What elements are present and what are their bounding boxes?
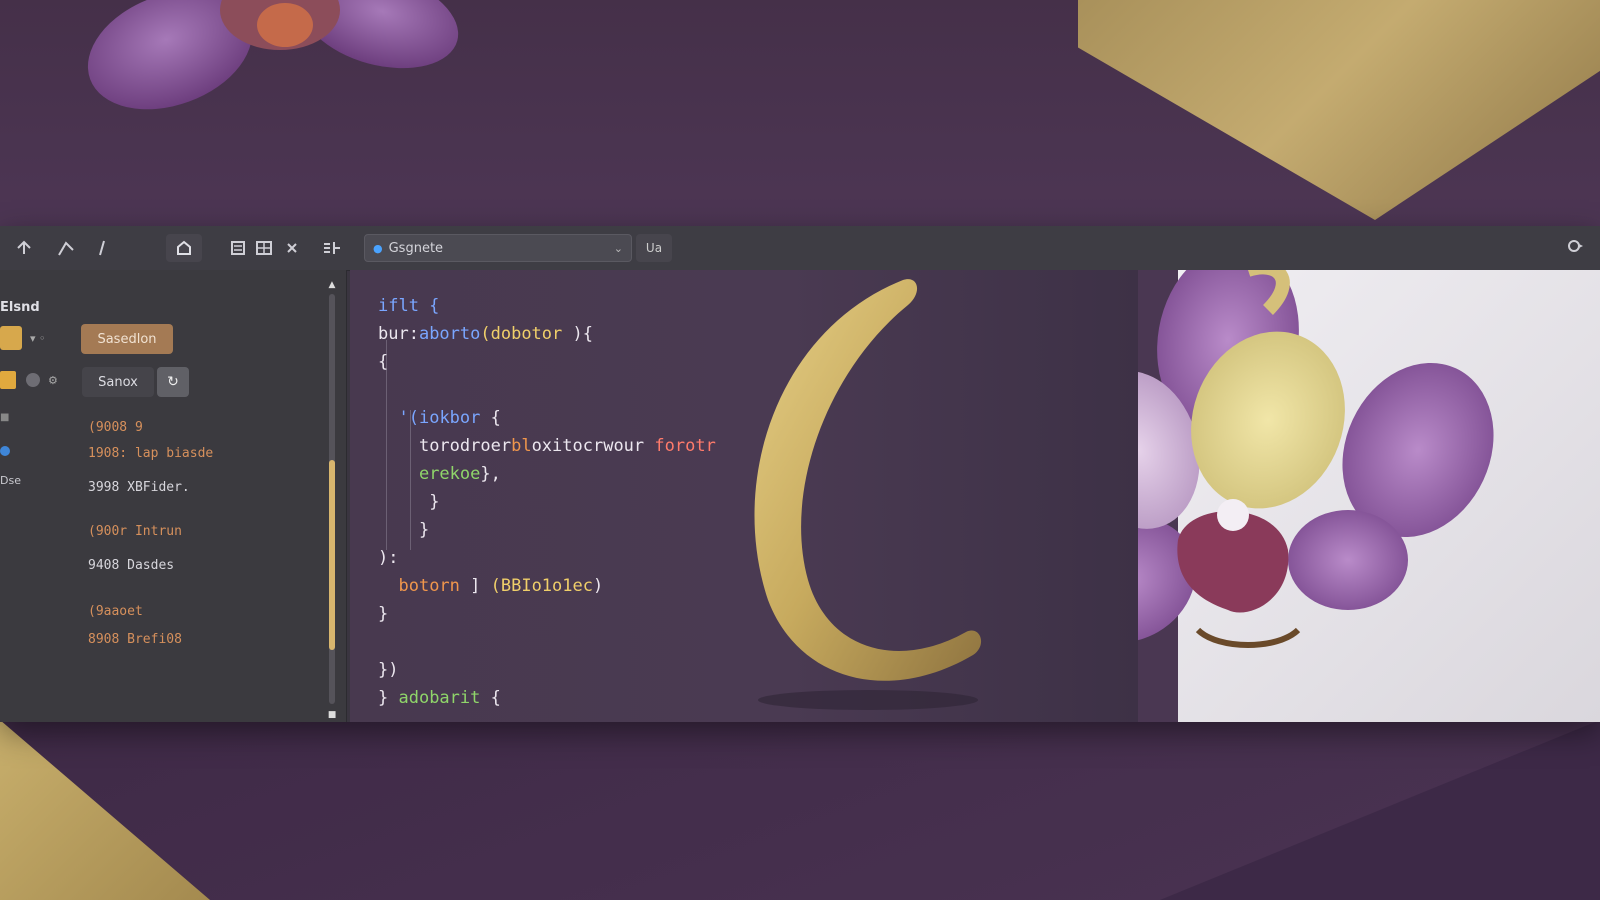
code-line: ): — [378, 548, 399, 568]
sidebar: Elsnd ▾ ◦ Sasedlon ⚙ Sanox ↻ ■ Dse (9008… — [0, 270, 347, 722]
list-item[interactable]: 1908: lap biasde — [88, 446, 213, 461]
refresh-icon: ↻ — [167, 374, 179, 390]
secondary-button[interactable]: Sanox — [82, 367, 154, 397]
code-token: forotr — [644, 436, 716, 456]
scroll-down-icon[interactable]: ■ — [326, 710, 338, 720]
list-item-key: 1908: — [88, 446, 128, 461]
list-item[interactable]: 3998 XBFider. — [88, 480, 190, 495]
folder-icon[interactable] — [0, 371, 16, 389]
orchid-decoration-top — [87, 0, 459, 110]
pen-icon[interactable] — [56, 236, 76, 260]
code-token: ] — [459, 576, 491, 596]
search-text: Gsgnete — [388, 240, 444, 256]
code-token: }, — [480, 464, 501, 484]
grid-icon[interactable] — [254, 236, 274, 260]
code-token: (BBIo1o1ec — [490, 576, 593, 596]
sidebar-row-3: ■ — [0, 412, 9, 423]
list-item-key: (900r — [88, 524, 128, 539]
refresh-button[interactable]: ↻ — [157, 367, 189, 397]
list-item[interactable]: (900r Intrun — [88, 524, 182, 539]
primary-button-label: Sasedlon — [97, 331, 157, 347]
list-item[interactable]: 9408 Dasdes — [88, 558, 174, 573]
code-token: (dobotor — [480, 324, 563, 344]
secondary-button-label: Sanox — [98, 374, 138, 390]
code-token: ){ — [562, 324, 593, 344]
code-line: iflt { — [378, 296, 440, 316]
list-item-value: Dasdes — [127, 558, 175, 573]
sidebar-heading: Elsnd — [0, 300, 40, 315]
code-token: erekoe — [418, 464, 481, 484]
code-token: ) — [592, 576, 604, 596]
list-item-key: 3998 — [88, 480, 120, 495]
list-item-key: 9408 — [88, 558, 120, 573]
search-icon: ● — [373, 241, 383, 255]
code-line: { — [378, 352, 389, 372]
code-token: bur: — [378, 324, 419, 344]
list-item[interactable]: 8908 Brefi08 — [88, 632, 182, 647]
orchid-image — [1138, 270, 1494, 648]
file-icon[interactable] — [0, 326, 22, 350]
code-line: } — [429, 492, 440, 512]
search-options-label: Ua — [645, 241, 663, 255]
search-input[interactable]: ● Gsgnete ⌄ — [364, 234, 632, 262]
code-token: '( — [398, 408, 419, 428]
primary-button[interactable]: Sasedlon — [81, 324, 173, 354]
dropdown-icon[interactable]: ▾ ◦ — [30, 332, 46, 345]
list-item-value: Brefi08 — [127, 632, 182, 647]
sidebar-small-label: Dse — [0, 474, 21, 487]
list-item[interactable]: (9aaoet — [88, 604, 143, 619]
gear-icon[interactable]: ⚙ — [48, 374, 58, 387]
search-options-button[interactable]: Ua — [636, 234, 672, 262]
code-token: botorn — [398, 576, 460, 596]
square-icon[interactable]: ■ — [0, 412, 9, 423]
line-icon[interactable] — [92, 236, 112, 260]
sidebar-row-4 — [0, 446, 10, 456]
list-item-key: (9008 9 — [88, 420, 143, 435]
list-item-key: (9aaoet — [88, 604, 143, 619]
gold-crescent-moon-image — [754, 279, 982, 710]
code-line: } — [418, 520, 430, 540]
code-content[interactable]: iflt { bur:aborto(dobotor ){ { '(iokbor … — [378, 292, 716, 712]
code-token: { — [480, 408, 501, 428]
list-item-value: Intrun — [134, 524, 182, 539]
close-icon[interactable] — [282, 236, 302, 260]
sidebar-row-1: ▾ ◦ — [0, 326, 46, 350]
code-token: aborto — [418, 324, 481, 344]
list-icon[interactable] — [228, 236, 248, 260]
chevron-down-icon[interactable]: ⌄ — [614, 242, 623, 255]
list-item-key: 8908 — [88, 632, 120, 647]
code-editor[interactable]: iflt { bur:aborto(dobotor ){ { '(iokbor … — [350, 270, 1138, 722]
status-dot-icon[interactable] — [0, 446, 10, 456]
image-preview-panel — [1138, 270, 1600, 722]
sidebar-scrollbar[interactable]: ▲ ■ — [326, 280, 338, 720]
code-token: { — [480, 688, 501, 708]
list-item-value: lap biasde — [134, 446, 214, 461]
code-line: }) — [378, 660, 399, 680]
code-token: bl — [511, 436, 532, 456]
share-icon[interactable] — [1566, 238, 1584, 258]
code-token: torodroer — [418, 436, 512, 456]
code-token: iokbor — [418, 408, 481, 428]
scroll-up-icon[interactable]: ▲ — [326, 280, 338, 290]
shape-icon[interactable] — [166, 234, 202, 262]
sidebar-row-2: ⚙ — [0, 371, 58, 389]
code-token: adobarit — [398, 688, 481, 708]
circle-icon[interactable] — [26, 373, 40, 387]
code-line: } — [378, 604, 389, 624]
split-icon[interactable] — [322, 236, 342, 260]
toolbar: ● Gsgnete ⌄ Ua — [0, 226, 1600, 271]
code-token: oxitocrwour — [531, 436, 645, 456]
scroll-thumb[interactable] — [329, 460, 335, 650]
undo-icon[interactable] — [14, 236, 34, 260]
code-token: } — [378, 688, 399, 708]
application-window: ● Gsgnete ⌄ Ua Elsnd ▾ ◦ Sasedlon ⚙ Sano… — [0, 226, 1600, 722]
list-item[interactable]: (9008 9 — [88, 420, 143, 435]
list-item-value: XBFider. — [127, 480, 190, 495]
